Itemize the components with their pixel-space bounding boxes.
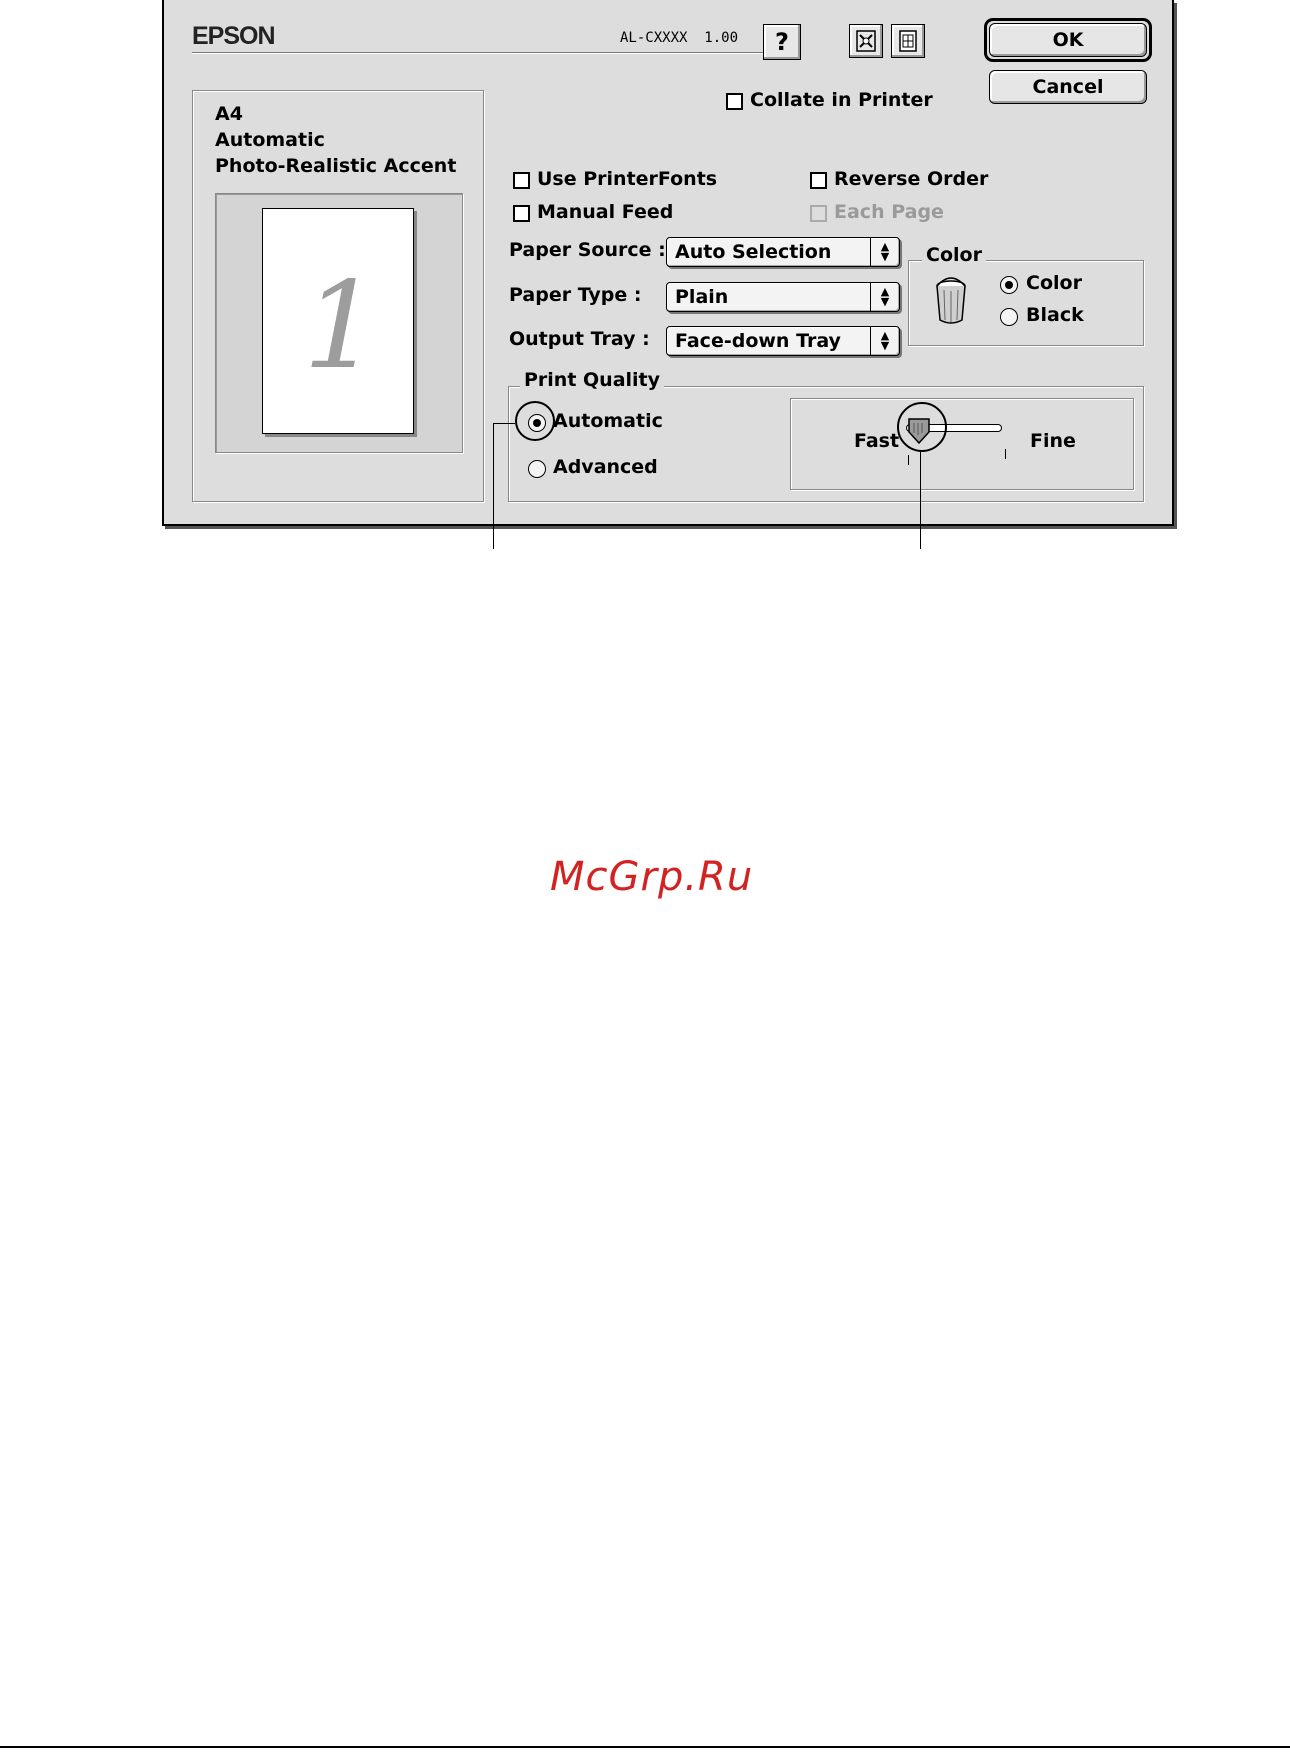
use-printer-fonts-label: Use PrinterFonts (537, 168, 718, 190)
manual-feed-checkbox[interactable] (513, 205, 530, 222)
paper-type-select[interactable]: Plain ▲ ▼ (666, 282, 900, 312)
reverse-order-label: Reverse Order (834, 168, 989, 190)
callout-line-slider (920, 452, 921, 549)
paper-source-select[interactable]: Auto Selection ▲ ▼ (666, 237, 900, 267)
automatic-option-label: Automatic (553, 410, 663, 432)
page-preview: 1 (262, 208, 414, 434)
updown-arrows-icon: ▲ ▼ (870, 238, 899, 266)
use-printer-fonts-checkbox[interactable] (513, 172, 530, 189)
quality-slider-panel (790, 398, 1134, 490)
question-mark-icon[interactable]: ? (763, 24, 801, 60)
page-bottom-rule (0, 1746, 1290, 1748)
printer-utility-icon[interactable] (849, 24, 883, 58)
output-tray-label: Output Tray : (509, 328, 650, 350)
slider-tick-fine (1005, 449, 1006, 459)
model-version-text: AL-CXXXX 1.00 (620, 30, 739, 46)
printer-settings-dialog: EPSON AL-CXXXX 1.00 ? OK Cancel A4 Autom… (162, 0, 1174, 526)
epson-logo: EPSON (192, 22, 276, 50)
summary-paper-size: A4 (215, 103, 243, 125)
color-group-title: Color (922, 244, 986, 266)
slider-tick-fast (908, 455, 909, 465)
print-quality-title: Print Quality (520, 369, 665, 391)
paper-type-value: Plain (675, 286, 729, 308)
layout-icon[interactable] (891, 24, 925, 58)
ok-button[interactable]: OK (989, 23, 1147, 57)
cancel-button[interactable]: Cancel (989, 70, 1147, 104)
fine-label: Fine (1030, 430, 1076, 452)
advanced-radio[interactable] (528, 460, 546, 478)
collate-checkbox[interactable] (726, 93, 743, 110)
fast-label: Fast (854, 430, 900, 452)
ok-button-default-ring: OK (984, 18, 1152, 62)
manual-feed-label: Manual Feed (537, 201, 674, 223)
callout-circle-slider (897, 402, 947, 452)
black-radio[interactable] (1000, 308, 1018, 326)
callout-line-automatic (493, 423, 494, 549)
reverse-order-checkbox[interactable] (810, 172, 827, 189)
color-radio[interactable] (1000, 276, 1018, 294)
page-preview-frame: 1 (215, 193, 463, 453)
paper-type-label: Paper Type : (509, 284, 642, 306)
collate-label: Collate in Printer (750, 89, 933, 111)
black-option-label: Black (1026, 304, 1084, 326)
output-tray-select[interactable]: Face-down Tray ▲ ▼ (666, 326, 900, 356)
each-page-label: Each Page (834, 201, 944, 223)
advanced-option-label: Advanced (553, 456, 658, 478)
updown-arrows-icon: ▲ ▼ (870, 327, 899, 355)
summary-mode: Automatic (215, 129, 325, 151)
each-page-checkbox[interactable] (810, 205, 827, 222)
paper-source-label: Paper Source : (509, 239, 666, 261)
settings-summary-panel: A4 Automatic Photo-Realistic Accent 1 (192, 90, 484, 502)
paint-bucket-icon (932, 276, 970, 330)
output-tray-value: Face-down Tray (675, 330, 841, 352)
header-divider (192, 52, 770, 54)
summary-setting: Photo-Realistic Accent (215, 155, 457, 177)
callout-line-automatic-horizontal (493, 423, 515, 424)
callout-circle-automatic (515, 401, 555, 441)
updown-arrows-icon: ▲ ▼ (870, 283, 899, 311)
color-option-label: Color (1026, 272, 1082, 294)
watermark-text: McGrp.Ru (550, 854, 754, 900)
paper-source-value: Auto Selection (675, 241, 832, 263)
page-number: 1 (303, 257, 380, 396)
